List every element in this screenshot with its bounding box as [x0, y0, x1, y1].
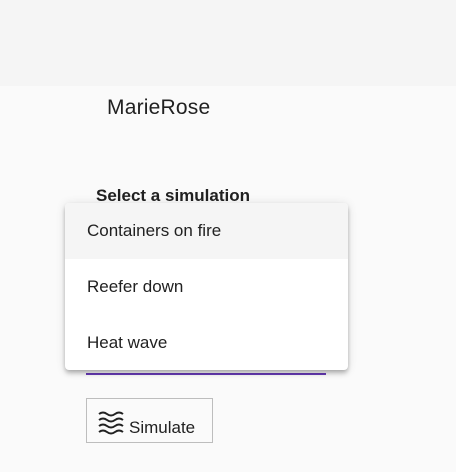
menu-option-heat-wave[interactable]: Heat wave — [65, 315, 348, 370]
app-title: MarieRose — [107, 96, 211, 119]
menu-option-containers-on-fire[interactable]: Containers on fire — [65, 203, 348, 259]
simulate-button[interactable]: Simulate — [86, 398, 213, 443]
top-bar — [0, 0, 456, 86]
menu-option-reefer-down[interactable]: Reefer down — [65, 259, 348, 315]
simulation-dropdown-menu: Containers on fire Reefer down Heat wave — [65, 203, 348, 370]
simulate-button-label: Simulate — [129, 418, 196, 437]
simulation-select-underline — [86, 373, 326, 375]
waves-icon — [97, 410, 127, 436]
